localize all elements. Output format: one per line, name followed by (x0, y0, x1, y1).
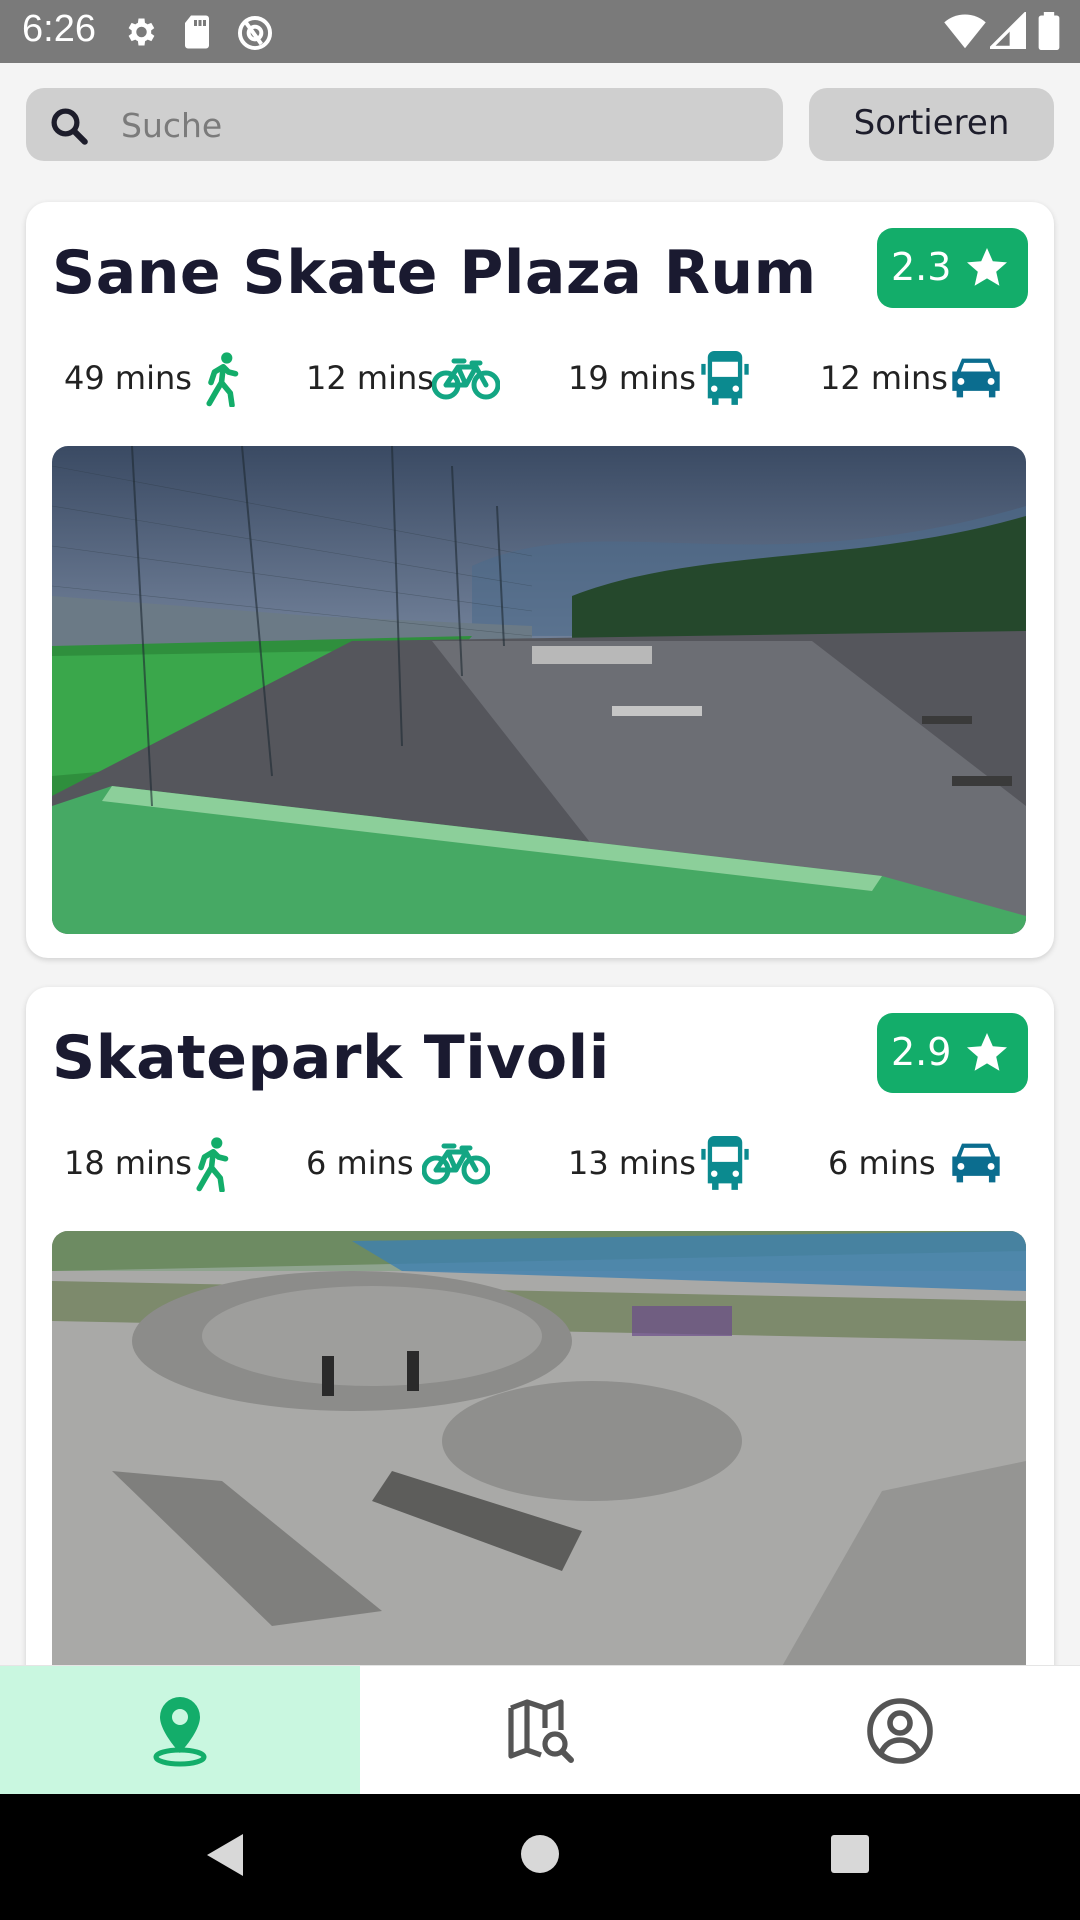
skatepark-name: Sane Skate Plaza Rum (52, 238, 817, 308)
profile-icon (867, 1697, 933, 1764)
bike-time: 6 mins (306, 1144, 414, 1182)
bottom-navigation (0, 1665, 1080, 1795)
rating-value: 2.9 (891, 1030, 952, 1074)
map-search-icon (508, 1698, 574, 1763)
search-input[interactable]: Suche (26, 88, 783, 161)
rating-badge: 2.3 (877, 228, 1028, 308)
sd-card-icon (182, 14, 212, 54)
skatepark-card[interactable]: Skatepark Tivoli 2.9 18 mins 6 mins 13 m… (26, 987, 1054, 1687)
bus-icon (698, 351, 752, 411)
home-icon[interactable] (520, 1834, 560, 1878)
rating-badge: 2.9 (877, 1013, 1028, 1093)
wifi-icon (944, 12, 986, 54)
bike-time: 12 mins (306, 359, 434, 397)
bus-icon (698, 1136, 752, 1196)
settings-icon (122, 14, 158, 54)
status-bar: 6:26 (0, 0, 1080, 63)
walk-time: 49 mins (64, 359, 192, 397)
battery-icon (1038, 12, 1060, 54)
walk-time: 18 mins (64, 1144, 192, 1182)
bike-icon (431, 357, 501, 405)
bus-time: 19 mins (568, 359, 696, 397)
skatepark-photo (52, 1231, 1026, 1687)
bus-time: 13 mins (568, 1144, 696, 1182)
skatepark-card[interactable]: Sane Skate Plaza Rum 2.3 49 mins 12 mins… (26, 202, 1054, 958)
car-time: 6 mins (828, 1144, 936, 1182)
skatepark-photo (52, 446, 1026, 934)
search-icon (48, 105, 90, 151)
travel-times: 18 mins 6 mins 13 mins 6 mins (26, 1132, 1054, 1194)
star-icon (963, 244, 1011, 296)
star-icon (963, 1029, 1011, 1081)
search-placeholder: Suche (121, 106, 223, 145)
walk-icon (204, 351, 246, 411)
sort-button[interactable]: Sortieren (809, 88, 1054, 161)
system-navigation-bar (0, 1794, 1080, 1920)
skatepark-name: Skatepark Tivoli (52, 1023, 610, 1093)
nav-map-search-button[interactable] (360, 1666, 720, 1795)
recents-icon[interactable] (830, 1834, 870, 1878)
bike-icon (421, 1142, 491, 1190)
signal-icon (987, 10, 1026, 54)
car-time: 12 mins (820, 359, 948, 397)
nav-list-button[interactable] (0, 1666, 360, 1795)
walk-icon (194, 1136, 236, 1196)
back-icon[interactable] (205, 1832, 245, 1882)
location-pin-icon (153, 1696, 207, 1766)
status-time: 6:26 (22, 8, 96, 50)
nav-profile-button[interactable] (720, 1666, 1080, 1795)
car-icon (948, 355, 1004, 405)
rating-value: 2.3 (891, 245, 952, 289)
travel-times: 49 mins 12 mins 19 mins 12 mins (26, 347, 1054, 409)
car-icon (948, 1140, 1004, 1190)
vpn-icon (236, 14, 274, 56)
